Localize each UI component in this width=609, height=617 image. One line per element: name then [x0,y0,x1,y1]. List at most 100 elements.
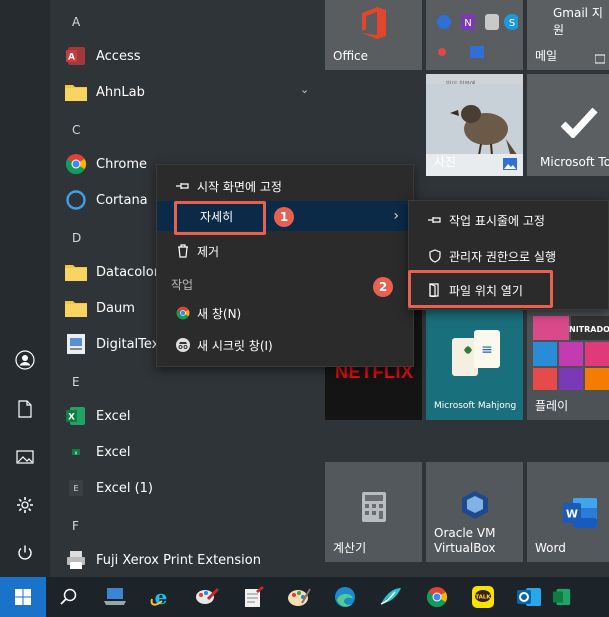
kite-app-icon [380,588,401,605]
taskbar-app-notepad[interactable] [230,577,276,617]
kakaotalk-icon: TALK [472,586,494,608]
annotation-badge-1: 1 [274,207,294,227]
app-label: Datacolor [96,264,160,280]
svg-text:E: E [73,484,78,493]
app-label: Access [96,48,141,64]
svg-text:≡: ≡ [481,342,493,358]
taskbar-app-chrome[interactable] [414,577,460,617]
app-label: Cortana [96,192,148,208]
laptop-icon [104,588,126,605]
nitrado-text: NITRADO [569,325,609,334]
search-button[interactable] [46,577,92,617]
chevron-down-icon[interactable]: ⌄ [300,83,309,96]
tile-label: Word [535,541,566,555]
office-apps-icon: N S [437,14,518,30]
taskbar-app-paint-brush[interactable] [184,577,230,617]
menu-pin-to-start[interactable]: 시작 화면에 고정 [157,171,413,201]
taskbar-app-kakaotalk[interactable]: TALK [460,577,506,617]
app-label: AhnLab [96,84,145,100]
taskbar-app-laptop[interactable] [92,577,138,617]
app-excel[interactable]: X Excel [64,401,314,431]
tile-mail[interactable]: Gmail 지원 메일 [527,0,609,70]
taskbar-app-kite[interactable] [368,577,414,617]
paint-palette-icon [288,588,311,606]
mahjong-tiles-icon: ≡ [452,330,500,376]
tile-label: Office [333,49,369,63]
notepad-icon [245,586,264,607]
menu-uninstall[interactable]: 제거 [157,236,413,266]
start-button[interactable] [0,577,46,617]
tile-office[interactable]: Office [325,0,422,70]
menu-new-window[interactable]: 새 창(N) [157,298,413,328]
settings-gear-icon[interactable] [13,493,37,517]
context-menu: 시작 화면에 고정 자세히 › 제거 작업 새 창(N) 새 시크릿 창(I) [156,164,414,367]
app-access[interactable]: A Access [64,41,314,71]
section-letter-c[interactable]: C [72,123,80,137]
office-icon [362,7,386,39]
svg-text:X: X [68,413,75,423]
tile-label: 사진 [434,155,457,169]
folder-icon [64,80,88,104]
start-rail [0,0,50,577]
svg-text:A: A [68,53,75,63]
section-letter-f[interactable]: F [72,519,79,533]
checkmark-icon [560,107,598,138]
app-ahnlab-folder[interactable]: AhnLab ⌄ [64,77,314,107]
taskbar-app-paint[interactable] [276,577,322,617]
taskbar-app-outlook[interactable] [506,577,552,617]
taskbar-app-edge[interactable] [322,577,368,617]
app-excel-3[interactable]: E Excel (1) [64,473,314,503]
documents-icon[interactable] [13,397,37,421]
svg-text:N: N [464,18,471,29]
submenu-run-as-admin[interactable]: 관리자 권한으로 실행 [409,241,608,271]
app-label: Excel (1) [96,480,153,496]
tile-virtualbox[interactable]: Oracle VM VirtualBox [426,462,523,562]
tile-mahjong[interactable]: ≡ Microsoft Mahjong [426,310,523,420]
tile-play[interactable]: NITRADO 플레이 [527,310,609,420]
section-letter-e[interactable]: E [72,375,80,389]
app-label: Daum [96,300,135,316]
tile-label: 메일 [535,49,558,63]
svg-text:S: S [509,18,515,29]
pin-icon [169,181,197,191]
power-icon[interactable] [13,541,37,565]
tile-microsoft-todo[interactable]: Microsoft To [527,74,609,176]
menu-section-tasks: 작업 [171,278,194,292]
outlook-icon [517,588,541,606]
app-label: Fuji Xerox Print Extension [96,552,261,568]
section-letter-a[interactable]: A [72,15,80,29]
tile-word[interactable]: W Word [527,462,609,562]
menu-label: 관리자 권한으로 실행 [449,249,556,264]
search-icon [60,588,77,605]
menu-label: 제거 [197,244,220,259]
submenu-pin-taskbar[interactable]: 작업 표시줄에 고정 [409,205,608,235]
annotation-box-more [174,201,266,235]
tile-label: Oracle VM VirtualBox [434,526,496,555]
tile-label: Microsoft To [540,155,609,169]
menu-new-incognito[interactable]: 새 시크릿 창(I) [157,330,413,360]
tile-photos[interactable]: …빛이 창문에… 사진 [426,74,523,176]
taskbar-app-ie[interactable]: e [138,577,184,617]
app-label: Chrome [96,156,147,172]
tile-office-apps[interactable]: N S [426,0,523,70]
app-fuji-xerox[interactable]: Fuji Xerox Print Extension [64,545,314,575]
excel-icon: X [64,404,88,428]
chrome-icon [426,587,448,608]
calculator-icon [362,492,386,522]
svg-text:x: x [75,451,78,457]
svg-text:TALK: TALK [475,595,491,601]
virtualbox-icon [462,491,488,519]
cortana-icon [64,188,88,212]
internet-explorer-icon: e [150,585,168,609]
app-excel-2[interactable]: x Excel [64,437,314,467]
edge-icon [335,587,355,607]
tile-calculator[interactable]: 계산기 [325,462,422,562]
user-icon[interactable] [13,348,37,372]
section-letter-d[interactable]: D [72,231,81,245]
excel-small-icon: x [64,440,88,464]
taskbar-app-excel[interactable] [552,577,572,617]
pictures-icon[interactable] [13,445,37,469]
office-apps-row2-icon [438,46,484,58]
excel-icon [552,588,571,606]
svg-text:e: e [155,585,168,609]
